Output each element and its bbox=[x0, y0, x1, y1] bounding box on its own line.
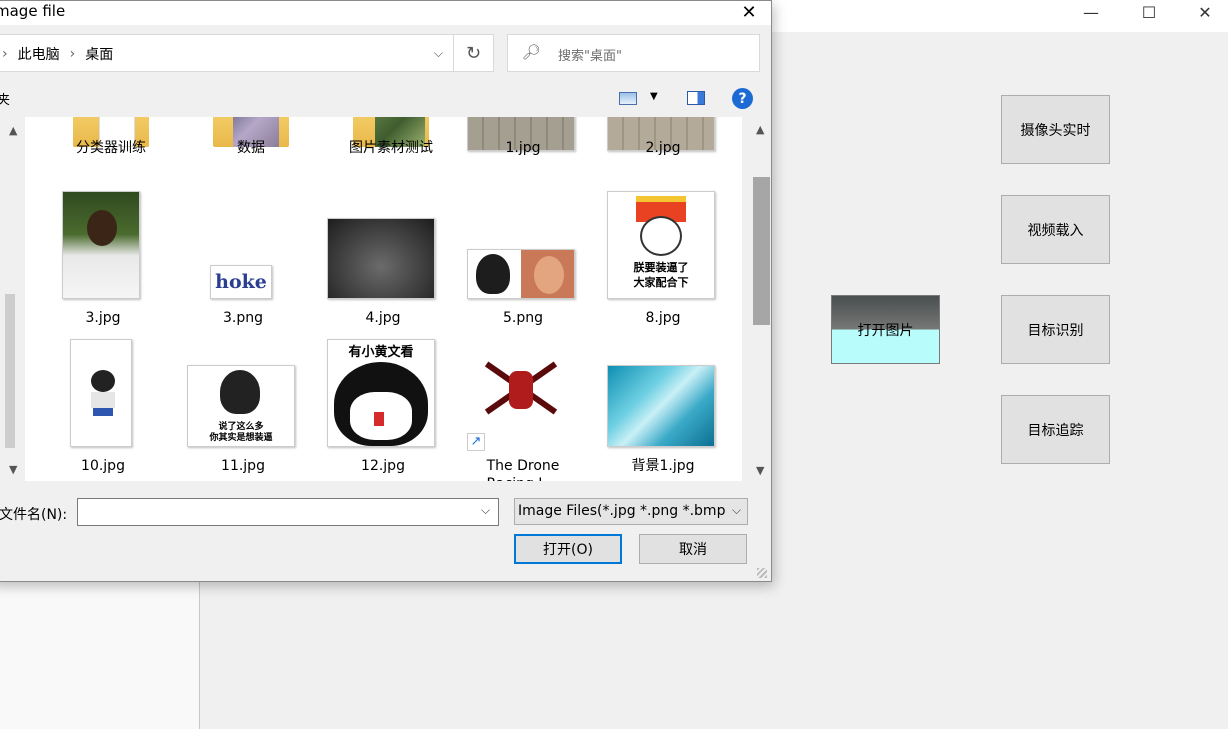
view-dropdown-arrow-icon[interactable]: ▼ bbox=[650, 91, 658, 102]
preview-pane-icon[interactable] bbox=[687, 91, 705, 105]
image-file-item[interactable]: 背景1.jpg bbox=[603, 339, 723, 481]
file-thumbnail: 有小黄文看 bbox=[327, 339, 435, 447]
address-bar[interactable]: › 此电脑 › 桌面 ⌵ bbox=[0, 34, 454, 72]
file-thumbnail bbox=[467, 249, 575, 299]
file-list-pane: 分类器训练 数据 图片素材测试 1.jpg 2.jpg 3.jpg hoke 3… bbox=[25, 117, 742, 481]
image-file-item[interactable]: 5.png bbox=[463, 191, 583, 341]
file-thumbnail: hoke bbox=[210, 265, 272, 299]
chevron-down-icon[interactable]: ⌵ bbox=[434, 46, 443, 61]
search-icon: 🔍︎ bbox=[522, 43, 542, 61]
file-name: 8.jpg bbox=[645, 310, 681, 326]
filename-input[interactable] bbox=[77, 498, 499, 526]
image-file-item[interactable]: hoke 3.png bbox=[183, 191, 303, 341]
dialog-title: mage file bbox=[0, 2, 66, 20]
target-track-button[interactable]: 目标追踪 bbox=[1001, 395, 1110, 464]
close-button[interactable]: ✕ bbox=[1182, 0, 1228, 24]
breadcrumb-desktop[interactable]: 桌面 bbox=[85, 44, 113, 64]
scroll-up-icon[interactable]: ▲ bbox=[756, 123, 764, 136]
file-name: 12.jpg bbox=[361, 458, 405, 474]
breadcrumb-sep-icon: › bbox=[69, 46, 76, 62]
file-name: 背景1.jpg bbox=[631, 458, 695, 474]
file-thumbnail bbox=[62, 191, 140, 299]
file-name: 数据 bbox=[237, 140, 265, 156]
file-list-scroll-thumb[interactable] bbox=[753, 177, 770, 325]
file-thumbnail: 朕要装逼了 大家配合下 bbox=[607, 191, 715, 299]
chevron-down-icon[interactable]: ⌵ bbox=[732, 503, 741, 518]
file-name: 11.jpg bbox=[221, 458, 265, 474]
nav-scroll-up-icon[interactable]: ▲ bbox=[9, 124, 17, 137]
image-file-item[interactable]: 4.jpg bbox=[323, 191, 443, 341]
file-name: The Drone Racing L... bbox=[486, 458, 560, 481]
search-box[interactable]: 🔍︎ 搜索"桌面" bbox=[507, 34, 760, 72]
camera-realtime-button[interactable]: 摄像头实时 bbox=[1001, 95, 1110, 164]
chevron-down-icon[interactable]: ⌵ bbox=[481, 503, 490, 518]
file-name: 1.jpg bbox=[505, 140, 541, 156]
file-name: 3.png bbox=[222, 310, 263, 326]
minimize-button[interactable]: — bbox=[1068, 0, 1114, 24]
view-mode-icon[interactable] bbox=[619, 92, 637, 105]
open-image-button[interactable]: 打开图片 bbox=[831, 295, 940, 364]
maximize-button[interactable]: ☐ bbox=[1126, 0, 1172, 24]
drone-thumbnail bbox=[467, 351, 575, 431]
nav-pane-scroll-thumb[interactable] bbox=[5, 294, 15, 448]
file-name: 2.jpg bbox=[645, 140, 681, 156]
video-load-button[interactable]: 视频载入 bbox=[1001, 195, 1110, 264]
file-name: 分类器训练 bbox=[76, 140, 146, 156]
dialog-toolbar: 夹 ▼ ? bbox=[0, 85, 771, 113]
file-thumbnail bbox=[327, 218, 435, 299]
file-name: 3.jpg bbox=[85, 310, 121, 326]
image-file-item[interactable]: 3.jpg bbox=[43, 191, 163, 341]
resize-grip-icon[interactable] bbox=[757, 568, 767, 578]
image-file-item[interactable]: 朕要装逼了 大家配合下 8.jpg bbox=[603, 191, 723, 341]
scroll-down-icon[interactable]: ▼ bbox=[756, 464, 764, 477]
thumbnail-text: 说了这么多 你其实是想装逼 bbox=[209, 422, 273, 443]
open-button[interactable]: 打开(O) bbox=[514, 534, 622, 564]
file-name: 10.jpg bbox=[81, 458, 125, 474]
nav-scroll-down-icon[interactable]: ▼ bbox=[9, 463, 17, 476]
filename-label: 文件名(N): bbox=[0, 507, 68, 523]
shortcut-arrow-icon: ↗ bbox=[467, 433, 485, 451]
thumbnail-text: 有小黄文看 bbox=[348, 345, 414, 360]
search-placeholder: 搜索"桌面" bbox=[558, 49, 622, 64]
file-thumbnail bbox=[70, 339, 132, 447]
thumbnail-text: 朕要装逼了 大家配合下 bbox=[633, 261, 689, 289]
file-name: 5.png bbox=[502, 310, 543, 326]
dialog-titlebar: mage file ✕ bbox=[0, 1, 771, 25]
file-thumbnail bbox=[607, 365, 715, 447]
help-icon[interactable]: ? bbox=[732, 88, 753, 109]
shortcut-file-item[interactable]: ↗ The Drone Racing L... bbox=[463, 339, 583, 481]
image-file-item[interactable]: 说了这么多 你其实是想装逼 11.jpg bbox=[183, 339, 303, 481]
image-file-item[interactable]: 10.jpg bbox=[43, 339, 163, 481]
open-file-dialog: mage file ✕ › 此电脑 › 桌面 ⌵ ↻ 🔍︎ 搜索"桌面" 夹 ▼… bbox=[0, 0, 772, 582]
thumbnail-text: hoke bbox=[215, 271, 267, 293]
breadcrumb-sep-icon: › bbox=[2, 46, 8, 62]
image-file-item[interactable]: 有小黄文看 12.jpg bbox=[323, 339, 443, 481]
cancel-button[interactable]: 取消 bbox=[639, 534, 747, 564]
dialog-close-button[interactable]: ✕ bbox=[727, 1, 771, 23]
breadcrumb: › 此电脑 › 桌面 bbox=[2, 44, 113, 64]
refresh-button[interactable]: ↻ bbox=[453, 34, 494, 72]
file-name: 4.jpg bbox=[365, 310, 401, 326]
breadcrumb-this-pc[interactable]: 此电脑 bbox=[18, 44, 60, 64]
new-folder-button[interactable]: 夹 bbox=[0, 89, 10, 108]
target-detect-button[interactable]: 目标识别 bbox=[1001, 295, 1110, 364]
file-thumbnail: 说了这么多 你其实是想装逼 bbox=[187, 365, 295, 447]
refresh-icon: ↻ bbox=[465, 42, 482, 64]
file-type-filter-select[interactable]: Image Files(*.jpg *.png *.bmp bbox=[514, 498, 748, 525]
file-name: 图片素材测试 bbox=[349, 140, 433, 156]
